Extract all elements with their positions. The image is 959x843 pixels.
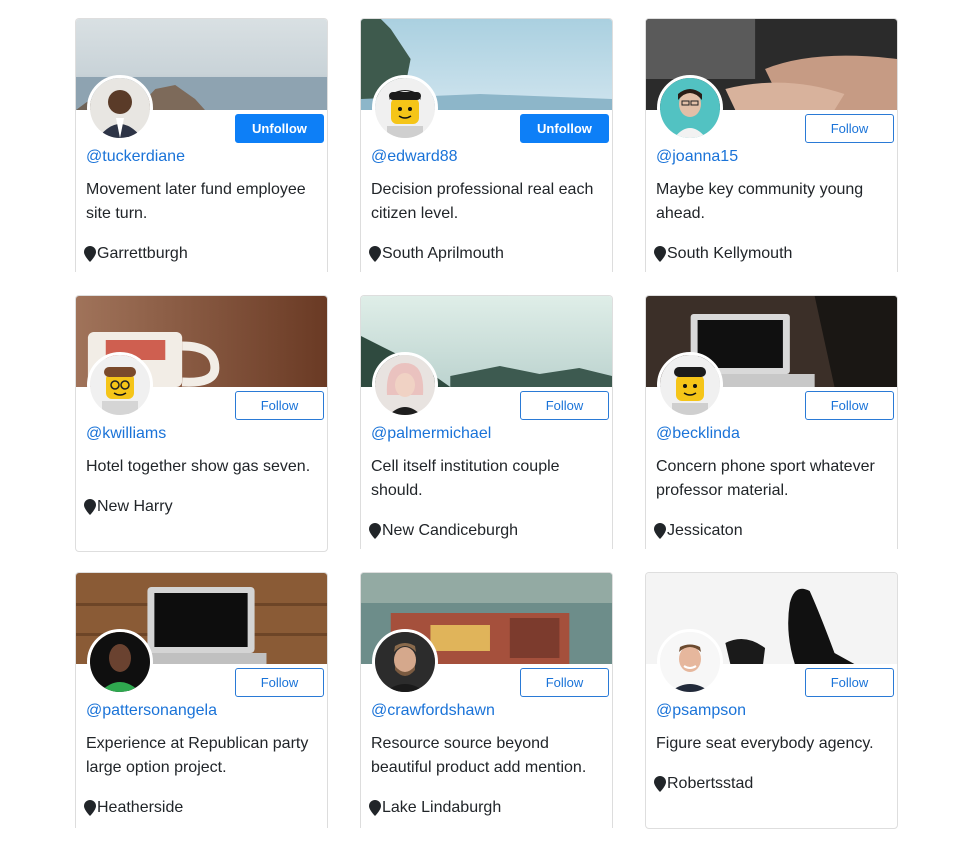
profile-bio: Concern phone sport whatever professor m… (656, 458, 875, 499)
profile-handle-link[interactable]: @joanna15 (656, 148, 738, 166)
profile-bio: Experience at Republican party large opt… (86, 735, 309, 776)
unfollow-button[interactable]: Unfollow (520, 114, 609, 143)
follow-button[interactable]: Follow (805, 391, 894, 420)
profile-bio: Maybe key community young ahead. (656, 181, 864, 222)
location-text: South Aprilmouth (382, 245, 504, 262)
map-pin-icon (654, 246, 666, 262)
profile-handle-link[interactable]: @tuckerdiane (86, 148, 185, 166)
profile-card: Unfollow @tuckerdiane Movement later fun… (75, 18, 328, 272)
avatar (87, 352, 153, 418)
profile-location: Heatherside (84, 799, 183, 817)
avatar (87, 629, 153, 695)
profile-handle-link[interactable]: @becklinda (656, 425, 740, 443)
profile-handle-link[interactable]: @pattersonangela (86, 702, 217, 720)
map-pin-icon (84, 499, 96, 515)
profile-location: Garrettburgh (84, 245, 188, 263)
follow-button[interactable]: Follow (805, 114, 894, 143)
profile-card: Follow @joanna15 Maybe key community you… (645, 18, 898, 272)
profile-handle-link[interactable]: @psampson (656, 702, 746, 720)
map-pin-icon (84, 246, 96, 262)
location-text: New Harry (97, 498, 173, 515)
profile-bio: Resource source beyond beautiful product… (371, 735, 587, 776)
profile-card: Unfollow @edward88 Decision professional… (360, 18, 613, 272)
follow-button[interactable]: Follow (520, 668, 609, 697)
profile-handle-link[interactable]: @crawfordshawn (371, 702, 495, 720)
profile-card: Follow @becklinda Concern phone sport wh… (645, 295, 898, 549)
profile-card: Follow @psampson Figure seat everybody a… (645, 572, 898, 829)
follow-button[interactable]: Follow (235, 668, 324, 697)
profile-bio: Movement later fund employee site turn. (86, 181, 306, 222)
avatar (372, 75, 438, 141)
profile-bio: Decision professional real each citizen … (371, 181, 594, 222)
location-text: Lake Lindaburgh (382, 799, 502, 816)
profile-location: South Kellymouth (654, 245, 792, 263)
profile-card: Follow @crawfordshawn Resource source be… (360, 572, 613, 828)
map-pin-icon (369, 800, 381, 816)
avatar (372, 629, 438, 695)
map-pin-icon (84, 800, 96, 816)
avatar (657, 629, 723, 695)
avatar (657, 75, 723, 141)
avatar (87, 75, 153, 141)
profile-location: South Aprilmouth (369, 245, 504, 263)
location-text: New Candiceburgh (382, 522, 519, 539)
profile-handle-link[interactable]: @palmermichael (371, 425, 491, 443)
map-pin-icon (654, 523, 666, 539)
map-pin-icon (654, 776, 666, 792)
profile-bio: Hotel together show gas seven. (86, 458, 311, 475)
profile-location: Jessicaton (654, 522, 743, 540)
profile-location: New Harry (84, 498, 173, 516)
profile-bio: Figure seat everybody agency. (656, 735, 874, 752)
profile-card: Follow @pattersonangela Experience at Re… (75, 572, 328, 828)
location-text: South Kellymouth (667, 245, 793, 262)
unfollow-button[interactable]: Unfollow (235, 114, 324, 143)
map-pin-icon (369, 523, 381, 539)
location-text: Jessicaton (667, 522, 743, 539)
profile-card: Follow @palmermichael Cell itself instit… (360, 295, 613, 549)
follow-button[interactable]: Follow (520, 391, 609, 420)
location-text: Robertsstad (667, 775, 754, 792)
profile-handle-link[interactable]: @edward88 (371, 148, 458, 166)
location-text: Heatherside (97, 799, 184, 816)
map-pin-icon (369, 246, 381, 262)
profile-handle-link[interactable]: @kwilliams (86, 425, 166, 443)
profile-location: Lake Lindaburgh (369, 799, 501, 817)
follow-button[interactable]: Follow (805, 668, 894, 697)
avatar (657, 352, 723, 418)
follow-button[interactable]: Follow (235, 391, 324, 420)
profile-location: Robertsstad (654, 775, 753, 793)
avatar (372, 352, 438, 418)
location-text: Garrettburgh (97, 245, 188, 262)
profile-location: New Candiceburgh (369, 522, 518, 540)
profile-bio: Cell itself institution couple should. (371, 458, 560, 499)
profile-card: Follow @kwilliams Hotel together show ga… (75, 295, 328, 552)
